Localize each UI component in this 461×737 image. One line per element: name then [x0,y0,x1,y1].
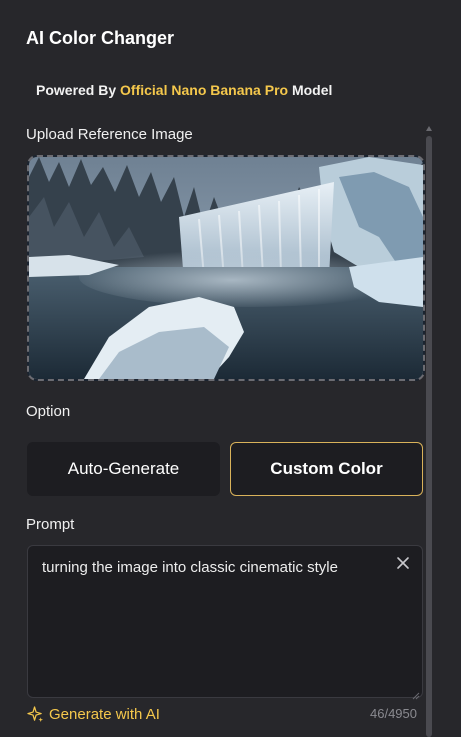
character-counter: 46/4950 [370,706,417,721]
powered-prefix: Powered By [36,82,117,98]
option-label: Option [26,403,71,420]
upload-label: Upload Reference Image [26,126,193,143]
scroll-up-arrow-icon[interactable] [426,126,432,131]
scrollbar-thumb[interactable] [426,136,432,737]
generate-with-ai-label: Generate with AI [49,706,160,723]
clear-prompt-icon[interactable] [394,554,412,572]
generate-with-ai-link[interactable]: Generate with AI [27,706,160,723]
prompt-textarea[interactable]: turning the image into classic cinematic… [27,545,423,700]
resize-handle-icon[interactable] [412,687,420,700]
sparkle-icon [27,706,44,723]
ai-color-changer-panel: AI Color Changer Powered By Official Nan… [0,0,461,737]
reference-image [29,157,423,379]
prompt-value[interactable]: turning the image into classic cinematic… [42,559,338,576]
custom-color-button[interactable]: Custom Color [230,442,423,496]
auto-generate-button[interactable]: Auto-Generate [27,442,220,496]
prompt-label: Prompt [26,516,75,533]
panel-title: AI Color Changer [26,28,175,48]
powered-by-line: Powered By Official Nano Banana Pro Mode… [36,82,332,98]
vertical-scrollbar[interactable] [426,126,432,737]
model-name-highlight: Official Nano Banana Pro [120,82,289,98]
powered-suffix: Model [291,82,333,98]
reference-image-dropzone[interactable] [27,155,425,381]
